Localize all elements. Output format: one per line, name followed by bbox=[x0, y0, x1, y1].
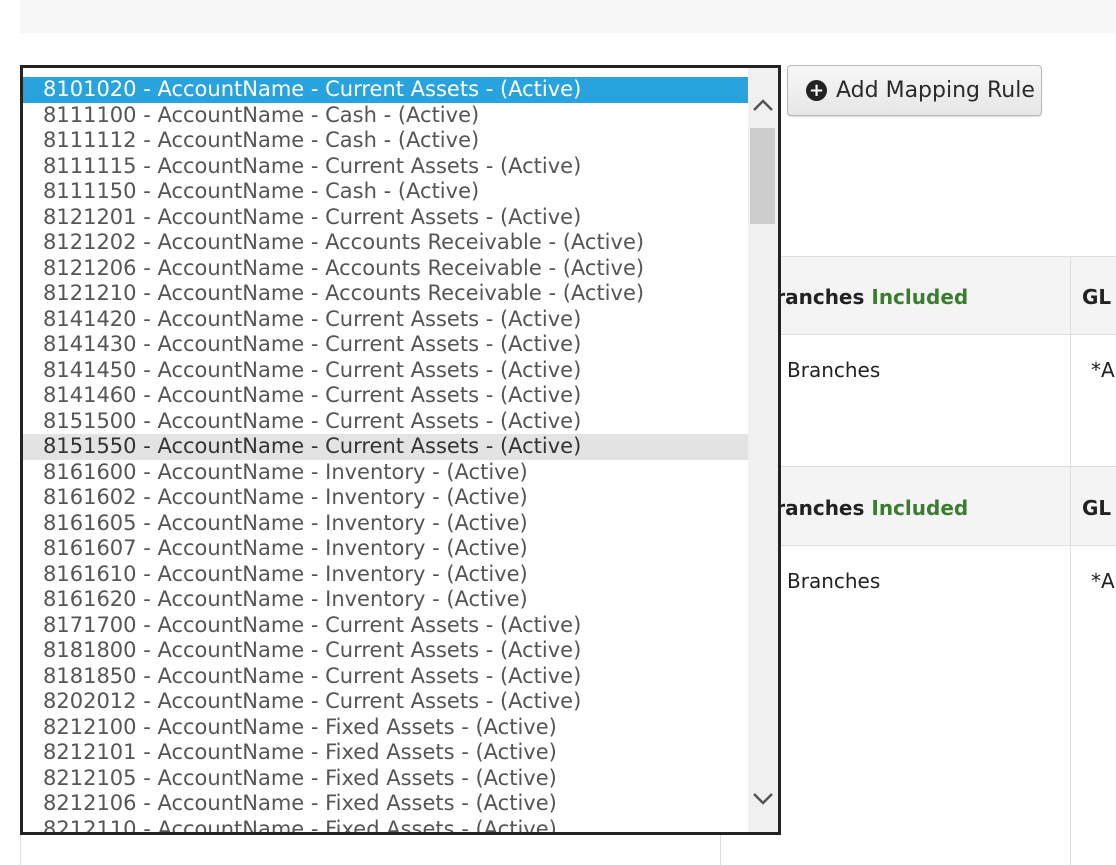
account-option[interactable]: 8111112 - AccountName - Cash - (Active) bbox=[23, 128, 750, 154]
header-gl: GL bbox=[1082, 496, 1112, 520]
account-option[interactable]: 8161600 - AccountName - Inventory - (Act… bbox=[23, 460, 750, 486]
account-option[interactable]: 8141460 - AccountName - Current Assets -… bbox=[23, 383, 750, 409]
add-mapping-rule-label: Add Mapping Rule bbox=[836, 78, 1035, 103]
cell-branches: Branches bbox=[787, 569, 881, 593]
chevron-down-icon[interactable] bbox=[748, 784, 778, 814]
account-option[interactable]: 8111115 - AccountName - Current Assets -… bbox=[23, 154, 750, 180]
account-option[interactable]: 8151500 - AccountName - Current Assets -… bbox=[23, 409, 750, 435]
cell-gl: *A bbox=[1091, 569, 1115, 593]
divider bbox=[1070, 256, 1071, 865]
account-option[interactable]: 8212101 - AccountName - Fixed Assets - (… bbox=[23, 740, 750, 766]
header-branches-included: Branches Included bbox=[760, 285, 969, 309]
account-option[interactable]: 8111100 - AccountName - Cash - (Active) bbox=[23, 103, 750, 129]
add-mapping-rule-button[interactable]: + Add Mapping Rule bbox=[787, 65, 1042, 116]
account-option[interactable]: 8161602 - AccountName - Inventory - (Act… bbox=[23, 485, 750, 511]
account-option[interactable]: 8141450 - AccountName - Current Assets -… bbox=[23, 358, 750, 384]
account-option[interactable]: 8151550 - AccountName - Current Assets -… bbox=[23, 434, 750, 460]
account-option[interactable]: 8181800 - AccountName - Current Assets -… bbox=[23, 638, 750, 664]
account-option[interactable]: 8212100 - AccountName - Fixed Assets - (… bbox=[23, 715, 750, 741]
account-option[interactable]: 8121201 - AccountName - Current Assets -… bbox=[23, 205, 750, 231]
account-option[interactable]: 8141420 - AccountName - Current Assets -… bbox=[23, 307, 750, 333]
scrollbar-thumb[interactable] bbox=[750, 128, 775, 224]
account-option[interactable]: 8121206 - AccountName - Accounts Receiva… bbox=[23, 256, 750, 282]
account-option[interactable]: 8111150 - AccountName - Cash - (Active) bbox=[23, 179, 750, 205]
top-bar bbox=[20, 0, 1116, 33]
account-option[interactable]: 8171700 - AccountName - Current Assets -… bbox=[23, 613, 750, 639]
account-option[interactable]: 8181850 - AccountName - Current Assets -… bbox=[23, 664, 750, 690]
account-dropdown-list[interactable]: 8101020 - AccountName - Current Assets -… bbox=[20, 65, 781, 835]
account-options: 8101020 - AccountName - Current Assets -… bbox=[23, 77, 750, 833]
cell-gl: *A bbox=[1091, 358, 1115, 382]
account-option[interactable]: 8141430 - AccountName - Current Assets -… bbox=[23, 332, 750, 358]
cell-branches: Branches bbox=[787, 358, 881, 382]
account-option[interactable]: 8121202 - AccountName - Accounts Receiva… bbox=[23, 230, 750, 256]
account-option[interactable]: 8212106 - AccountName - Fixed Assets - (… bbox=[23, 791, 750, 817]
plus-circle-icon: + bbox=[806, 80, 827, 101]
scrollbar[interactable] bbox=[748, 68, 778, 832]
account-option[interactable]: 8101020 - AccountName - Current Assets -… bbox=[23, 77, 750, 103]
account-option[interactable]: 8202012 - AccountName - Current Assets -… bbox=[23, 689, 750, 715]
account-option[interactable]: 8161610 - AccountName - Inventory - (Act… bbox=[23, 562, 750, 588]
header-gl: GL bbox=[1082, 285, 1112, 309]
account-option[interactable]: 8212110 - AccountName - Fixed Assets - (… bbox=[23, 817, 750, 833]
divider bbox=[20, 835, 21, 865]
account-option[interactable]: 8212105 - AccountName - Fixed Assets - (… bbox=[23, 766, 750, 792]
account-option[interactable]: 8161620 - AccountName - Inventory - (Act… bbox=[23, 587, 750, 613]
chevron-up-icon[interactable] bbox=[748, 90, 778, 120]
account-option[interactable]: 8161605 - AccountName - Inventory - (Act… bbox=[23, 511, 750, 537]
account-option[interactable]: 8161607 - AccountName - Inventory - (Act… bbox=[23, 536, 750, 562]
account-option[interactable]: 8121210 - AccountName - Accounts Receiva… bbox=[23, 281, 750, 307]
header-branches-included: Branches Included bbox=[760, 496, 969, 520]
